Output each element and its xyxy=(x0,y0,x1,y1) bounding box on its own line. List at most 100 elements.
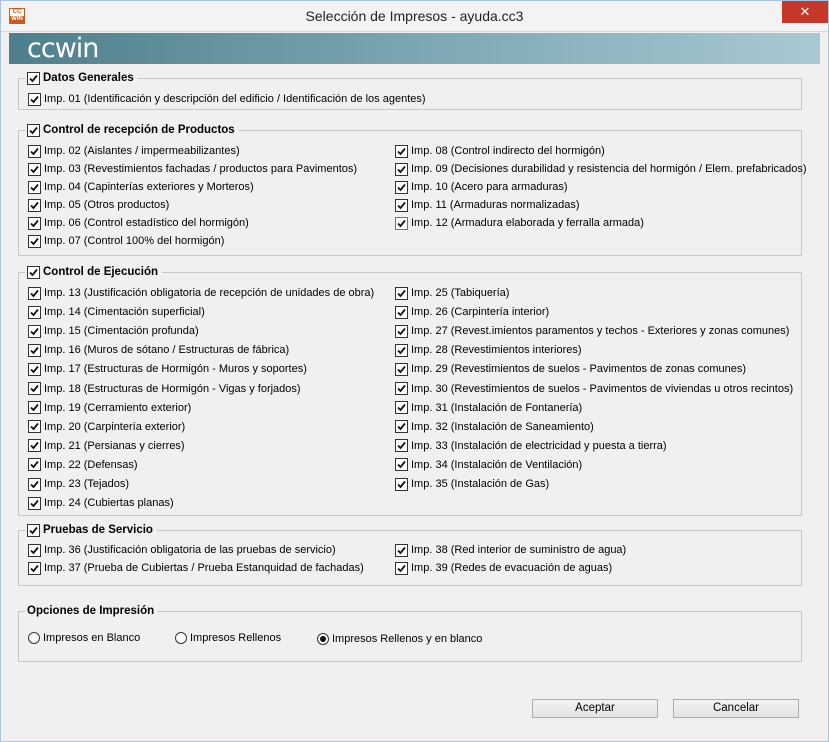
group-header-pruebas-servicio[interactable]: Pruebas de Servicio xyxy=(25,523,157,537)
checkbox[interactable] xyxy=(395,198,408,212)
checkbox[interactable] xyxy=(28,382,41,395)
checkbox[interactable] xyxy=(28,180,41,194)
checkbox-item[interactable]: Imp. 28 (Revestimientos interiores) xyxy=(395,343,582,357)
checkbox-item[interactable]: Imp. 11 (Armaduras normalizadas) xyxy=(395,198,580,212)
checkbox-item[interactable]: Imp. 08 (Control indirecto del hormigón) xyxy=(395,144,605,158)
checkbox[interactable] xyxy=(28,439,41,453)
checkbox-item[interactable]: Imp. 22 (Defensas) xyxy=(28,458,138,472)
checkbox[interactable] xyxy=(28,362,41,376)
checkbox[interactable] xyxy=(28,561,41,575)
checkbox-item[interactable]: Imp. 38 (Red interior de suministro de a… xyxy=(395,543,626,557)
checkbox[interactable] xyxy=(28,216,41,230)
checkbox[interactable] xyxy=(395,144,408,158)
cancelar-button[interactable]: Cancelar xyxy=(673,699,799,718)
checkbox[interactable] xyxy=(28,496,41,510)
radio-circle-selected[interactable] xyxy=(317,633,329,645)
checkbox[interactable] xyxy=(28,343,41,357)
checkbox-item[interactable]: Imp. 15 (Cimentación profunda) xyxy=(28,324,199,338)
checkbox[interactable] xyxy=(28,198,41,212)
aceptar-button[interactable]: Aceptar xyxy=(532,699,658,718)
checkbox-item[interactable]: Imp. 10 (Acero para armaduras) xyxy=(395,180,568,194)
group-header-datos-generales[interactable]: Datos Generales xyxy=(25,71,138,85)
checkbox-item[interactable]: Imp. 07 (Control 100% del hormigón) xyxy=(28,234,224,248)
checkbox-label: Imp. 03 (Revestimientos fachadas / produ… xyxy=(44,163,358,175)
checkbox[interactable] xyxy=(395,458,408,472)
checkbox-item[interactable]: Imp. 39 (Redes de evacuación de aguas) xyxy=(395,561,612,575)
checkbox[interactable] xyxy=(28,305,41,319)
checkbox-item[interactable]: Imp. 33 (Instalación de electricidad y p… xyxy=(395,439,667,453)
checkbox[interactable] xyxy=(28,401,41,415)
checkbox-item[interactable]: Imp. 04 (Capinterías exteriores y Morter… xyxy=(28,180,254,194)
checkbox[interactable] xyxy=(395,286,408,300)
group-header-control-ejecucion[interactable]: Control de Ejecución xyxy=(25,265,163,279)
checkbox[interactable] xyxy=(28,477,41,491)
checkbox[interactable] xyxy=(395,477,408,491)
checkbox-item[interactable]: Imp. 32 (Instalación de Saneamiento) xyxy=(395,420,594,434)
checkbox-pruebas-servicio[interactable] xyxy=(27,523,40,537)
checkbox-item[interactable]: Imp. 30 (Revestimientos de suelos - Pavi… xyxy=(395,382,793,396)
checkbox[interactable] xyxy=(395,362,408,376)
checkbox[interactable] xyxy=(28,324,41,338)
checkbox[interactable] xyxy=(395,216,408,230)
checkbox-item[interactable]: Imp. 20 (Carpintería exterior) xyxy=(28,420,185,434)
checkbox-item[interactable]: Imp. 34 (Instalación de Ventilación) xyxy=(395,458,582,472)
checkbox-datos-generales[interactable] xyxy=(27,71,40,85)
close-button[interactable]: ✕ xyxy=(782,1,828,23)
checkbox[interactable] xyxy=(395,420,408,434)
checkbox[interactable] xyxy=(395,401,408,415)
checkbox[interactable] xyxy=(395,543,408,557)
checkbox-item[interactable]: Imp. 13 (Justificación obligatoria de re… xyxy=(28,286,374,300)
radio-impresos-rellenos[interactable]: Impresos Rellenos xyxy=(175,631,281,645)
radio-circle[interactable] xyxy=(28,632,40,644)
checkbox-item[interactable]: Imp. 29 (Revestimientos de suelos - Pavi… xyxy=(395,362,746,376)
checkbox-label: Imp. 35 (Instalación de Gas) xyxy=(411,478,550,490)
checkbox[interactable] xyxy=(395,343,408,357)
group-header-control-recepcion[interactable]: Control de recepción de Productos xyxy=(25,123,239,137)
checkbox-control-recepcion[interactable] xyxy=(27,123,40,137)
checkbox[interactable] xyxy=(395,439,408,453)
checkbox[interactable] xyxy=(28,92,41,106)
checkbox-item[interactable]: Imp. 26 (Carpintería interior) xyxy=(395,305,549,319)
checkbox[interactable] xyxy=(395,180,408,194)
checkbox-item[interactable]: Imp. 19 (Cerramiento exterior) xyxy=(28,401,191,415)
checkbox-item[interactable]: Imp. 37 (Prueba de Cubiertas / Prueba Es… xyxy=(28,561,364,575)
checkbox[interactable] xyxy=(28,144,41,158)
checkbox-item[interactable]: Imp. 01 (Identificación y descripción de… xyxy=(28,92,426,106)
checkbox-item[interactable]: Imp. 09 (Decisiones durabilidad y resist… xyxy=(395,162,807,176)
title-bar[interactable]: CC WIN Selección de Impresos - ayuda.cc3… xyxy=(1,1,828,32)
radio-circle[interactable] xyxy=(175,632,187,644)
checkbox[interactable] xyxy=(395,561,408,575)
checkbox-item[interactable]: Imp. 31 (Instalación de Fontanería) xyxy=(395,401,582,415)
checkbox-item[interactable]: Imp. 17 (Estructuras de Hormigón - Muros… xyxy=(28,362,307,376)
checkbox-item[interactable]: Imp. 05 (Otros productos) xyxy=(28,198,169,212)
checkbox-item[interactable]: Imp. 25 (Tabiquería) xyxy=(395,286,509,300)
checkbox[interactable] xyxy=(28,162,41,176)
checkbox[interactable] xyxy=(28,420,41,434)
checkbox[interactable] xyxy=(28,286,41,300)
checkbox-control-ejecucion[interactable] xyxy=(27,265,40,279)
checkbox-item[interactable]: Imp. 02 (Aislantes / impermeabilizantes) xyxy=(28,144,240,158)
checkbox[interactable] xyxy=(395,162,408,176)
checkbox-item[interactable]: Imp. 18 (Estructuras de Hormigón - Vigas… xyxy=(28,382,301,396)
checkbox[interactable] xyxy=(395,305,408,319)
checkbox-item[interactable]: Imp. 12 (Armadura elaborada y ferralla a… xyxy=(395,216,644,230)
checkbox-item[interactable]: Imp. 23 (Tejados) xyxy=(28,477,129,491)
checkbox-item[interactable]: Imp. 21 (Persianas y cierres) xyxy=(28,439,185,453)
checkbox-item[interactable]: Imp. 16 (Muros de sótano / Estructuras d… xyxy=(28,343,289,357)
checkbox-item[interactable]: Imp. 14 (Cimentación superficial) xyxy=(28,305,205,319)
checkbox[interactable] xyxy=(28,234,41,248)
checkbox-item[interactable]: Imp. 06 (Control estadístico del hormigó… xyxy=(28,216,249,230)
checkbox[interactable] xyxy=(28,458,41,472)
checkbox-item[interactable]: Imp. 36 (Justificación obligatoria de la… xyxy=(28,543,336,557)
checkbox-label: Imp. 15 (Cimentación profunda) xyxy=(44,325,199,338)
radio-impresos-en-blanco[interactable]: Impresos en Blanco xyxy=(28,631,140,645)
group-pruebas-servicio: Pruebas de Servicio xyxy=(18,523,802,586)
checkbox[interactable] xyxy=(395,382,408,395)
checkbox-item[interactable]: Imp. 27 (Revest.imientos paramentos y te… xyxy=(395,324,789,338)
radio-impresos-rellenos-y-en-blanco[interactable]: Impresos Rellenos y en blanco xyxy=(317,632,482,646)
checkbox-item[interactable]: Imp. 24 (Cubiertas planas) xyxy=(28,496,174,510)
checkbox[interactable] xyxy=(28,543,41,557)
checkbox-item[interactable]: Imp. 35 (Instalación de Gas) xyxy=(395,477,549,491)
checkbox[interactable] xyxy=(395,324,408,338)
checkbox-item[interactable]: Imp. 03 (Revestimientos fachadas / produ… xyxy=(28,162,357,176)
